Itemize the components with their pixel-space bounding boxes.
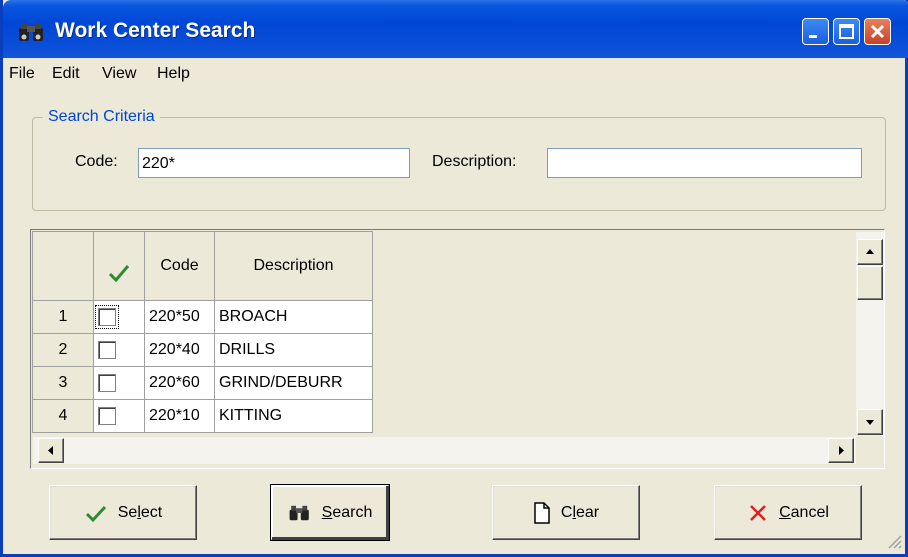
minimize-icon <box>809 35 817 38</box>
scroll-up-button[interactable] <box>857 239 883 265</box>
work-center-search-window: Work Center Search File Edit View Help S… <box>0 0 908 557</box>
maximize-icon <box>839 24 854 39</box>
code-column-header[interactable]: Code <box>144 231 215 301</box>
select-button-label: Select <box>117 503 163 521</box>
table-row[interactable]: 2 220*40 DRILLS <box>32 333 373 367</box>
row-number: 1 <box>32 300 94 334</box>
search-button[interactable]: Search <box>270 484 390 541</box>
code-input[interactable]: 220* <box>138 148 410 178</box>
close-icon <box>870 24 885 39</box>
arrow-down-icon <box>866 420 874 425</box>
cancel-button-label: Cancel <box>779 503 829 521</box>
search-button-label: Search <box>321 503 373 521</box>
arrow-left-icon <box>48 446 53 455</box>
binoculars-icon <box>19 23 43 41</box>
description-cell: BROACH <box>214 300 373 334</box>
table-row[interactable]: 4 220*10 KITTING <box>32 399 373 433</box>
close-button[interactable] <box>864 18 891 45</box>
scroll-left-button[interactable] <box>38 438 64 463</box>
description-input[interactable] <box>547 148 862 178</box>
row-number: 4 <box>32 399 94 433</box>
code-cell: 220*40 <box>144 333 215 367</box>
row-number: 3 <box>32 366 94 400</box>
results-grid[interactable]: Code Description 1 220*50 BROACH 2 220*4… <box>32 231 856 436</box>
vertical-scroll-thumb[interactable] <box>857 266 883 300</box>
x-icon <box>750 504 766 521</box>
code-cell: 220*50 <box>144 300 215 334</box>
description-label: Description: <box>432 153 517 170</box>
row-checkbox[interactable] <box>98 406 116 425</box>
minimize-button[interactable] <box>802 18 829 45</box>
row-number-header <box>32 231 94 301</box>
menu-view[interactable]: View <box>102 65 136 83</box>
maximize-button[interactable] <box>833 18 860 45</box>
scroll-right-button[interactable] <box>828 438 854 463</box>
blank-document-icon <box>534 501 550 524</box>
checkbox-column-header[interactable] <box>93 231 145 301</box>
table-row[interactable]: 3 220*60 GRIND/DEBURR <box>32 366 373 400</box>
row-number: 2 <box>32 333 94 367</box>
scroll-down-button[interactable] <box>857 409 883 435</box>
horizontal-scrollbar[interactable] <box>33 437 856 464</box>
menu-edit[interactable]: Edit <box>52 65 80 83</box>
row-checkbox[interactable] <box>98 340 116 359</box>
resize-grip-icon[interactable] <box>883 530 903 550</box>
menu-bar: File Edit View Help <box>3 58 905 90</box>
description-column-header[interactable]: Description <box>214 231 373 301</box>
row-checkbox[interactable] <box>98 373 116 392</box>
row-checkbox-cell <box>93 366 145 400</box>
table-row[interactable]: 1 220*50 BROACH <box>32 300 373 334</box>
row-checkbox-cell <box>93 300 145 334</box>
window-title: Work Center Search <box>55 19 256 42</box>
arrow-up-icon <box>866 249 874 254</box>
clear-button[interactable]: Clear <box>492 485 640 540</box>
binoculars-icon <box>289 505 309 520</box>
arrow-right-icon <box>839 446 844 455</box>
checkmark-icon <box>108 265 130 283</box>
description-cell: GRIND/DEBURR <box>214 366 373 400</box>
title-bar[interactable]: Work Center Search <box>3 0 908 58</box>
menu-help[interactable]: Help <box>157 65 190 83</box>
description-cell: KITTING <box>214 399 373 433</box>
vertical-scrollbar[interactable] <box>856 232 884 436</box>
grid-header-row: Code Description <box>32 231 373 301</box>
menu-file[interactable]: File <box>9 65 35 83</box>
code-label: Code: <box>75 153 118 170</box>
select-button[interactable]: Select <box>49 485 197 540</box>
cancel-button[interactable]: Cancel <box>714 485 862 540</box>
code-cell: 220*10 <box>144 399 215 433</box>
description-cell: DRILLS <box>214 333 373 367</box>
row-checkbox-cell <box>93 399 145 433</box>
clear-button-label: Clear <box>560 503 600 521</box>
row-checkbox[interactable] <box>95 304 119 329</box>
code-cell: 220*60 <box>144 366 215 400</box>
row-checkbox-cell <box>93 333 145 367</box>
checkmark-icon <box>85 505 106 522</box>
scrollbar-corner <box>856 437 884 464</box>
search-criteria-title: Search Criteria <box>43 108 160 126</box>
